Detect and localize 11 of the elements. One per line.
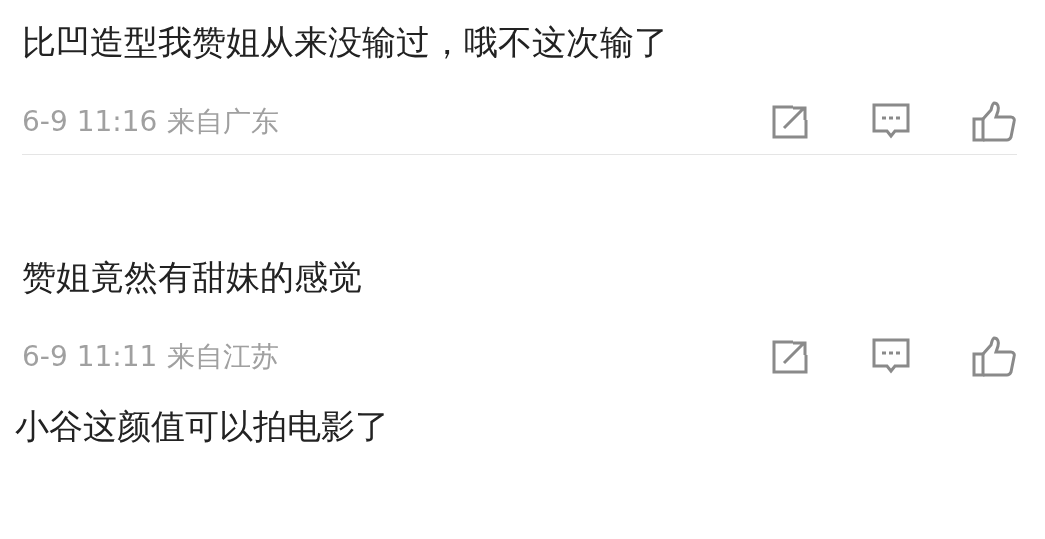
comment-time: 6-9 11:11 [22,339,158,375]
share-icon[interactable] [771,104,811,140]
thumbs-up-icon[interactable] [971,101,1017,143]
comment-location: 来自广东 [167,104,280,140]
comment-text: 比凹造型我赞姐从来没输过，哦不这次输了 [22,21,669,64]
share-icon[interactable] [771,339,811,375]
comment-text: 小谷这颜值可以拍电影了 [15,405,390,448]
comment-text: 赞姐竟然有甜妹的感觉 [22,256,363,299]
thumbs-up-icon[interactable] [971,336,1017,378]
comment-location: 来自江苏 [167,339,280,375]
comment-time: 6-9 11:16 [22,104,158,140]
